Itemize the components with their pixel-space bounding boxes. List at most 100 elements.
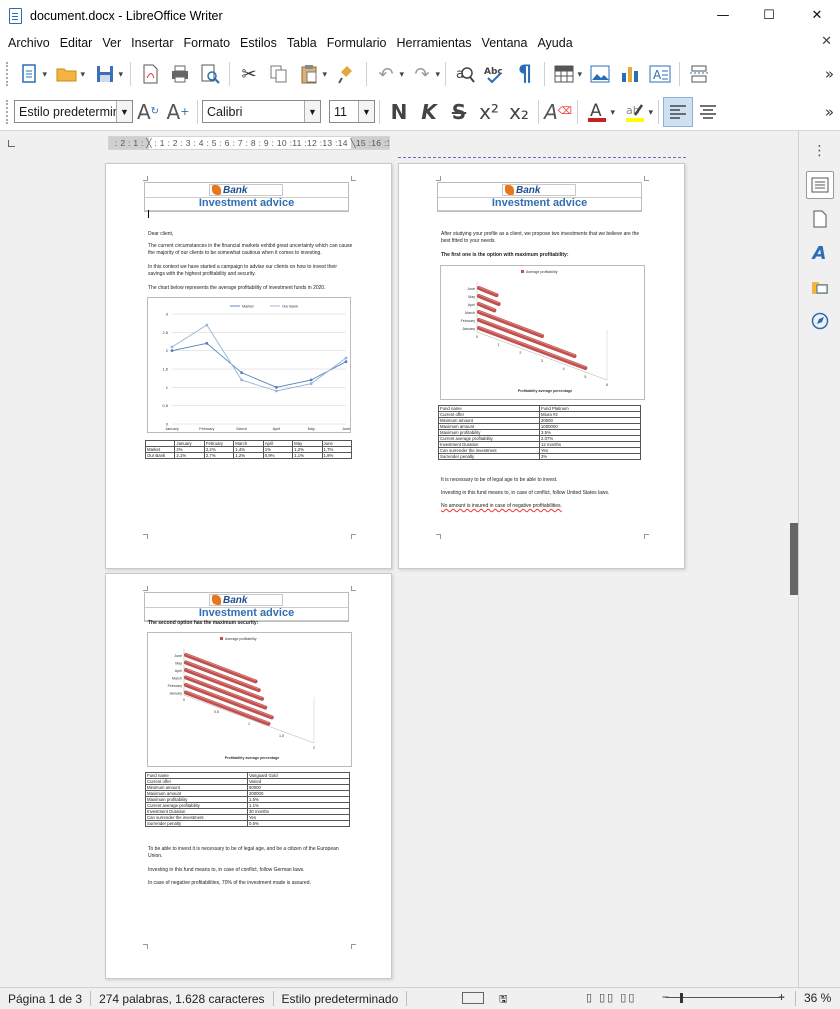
insert-chart-icon[interactable]: [615, 59, 645, 89]
table-cell[interactable]: 2,1%: [174, 452, 205, 459]
clone-formatting-icon[interactable]: [332, 59, 362, 89]
new-document-icon[interactable]: [14, 59, 47, 89]
table-cell[interactable]: 3%: [539, 453, 641, 460]
more-toolbar-icon[interactable]: »: [825, 65, 834, 83]
insert-mode-icon[interactable]: [462, 992, 484, 1004]
more-toolbar-icon-2[interactable]: »: [825, 103, 834, 121]
horizontal-ruler[interactable]: : 2 : 1 : ╳ : 1 : 2 : 3 : 4 : 5 : 6 : 7 …: [108, 136, 390, 150]
menu-ventana[interactable]: Ventana: [477, 36, 533, 50]
paste-icon[interactable]: [294, 59, 327, 89]
table-cell[interactable]: 0,9%: [262, 452, 294, 459]
clear-formatting-icon[interactable]: A ⌫: [543, 97, 573, 127]
menu-herramientas[interactable]: Herramientas: [392, 36, 477, 50]
highlight-color-icon[interactable]: ab: [620, 97, 653, 127]
menu-archivo[interactable]: Archivo: [3, 36, 55, 50]
superscript-button[interactable]: x²: [474, 97, 504, 127]
page-icon[interactable]: [806, 205, 834, 233]
close-button[interactable]: ✕: [794, 0, 840, 31]
new-style-icon[interactable]: A +: [163, 97, 193, 127]
open-folder-icon[interactable]: [52, 59, 85, 89]
menu-editar[interactable]: Editar: [55, 36, 98, 50]
scrollbar-thumb[interactable]: [790, 523, 798, 595]
page-1[interactable]: Bank Investment advice Dear client, The …: [105, 163, 392, 569]
sidebar-menu-icon[interactable]: ⋮: [806, 137, 834, 165]
insert-table-icon[interactable]: [549, 59, 582, 89]
vanguard-gold-table[interactable]: Fund name Vanguard Gold Current offer Varie…: [145, 772, 350, 827]
update-style-icon[interactable]: A ↻: [133, 97, 163, 127]
page-break-icon[interactable]: [684, 59, 714, 89]
print-icon[interactable]: [165, 59, 195, 89]
menu-ver[interactable]: Ver: [97, 36, 126, 50]
menu-ayuda[interactable]: Ayuda: [532, 36, 577, 50]
toolbar-grip-2[interactable]: [6, 99, 10, 124]
fund-platinum-table[interactable]: Fund name Fund Platinum Current offer Miura…: [438, 405, 641, 460]
table-cell[interactable]: 1,2%: [233, 452, 264, 459]
subscript-button[interactable]: x₂: [504, 97, 534, 127]
menu-estilos[interactable]: Estilos: [235, 36, 282, 50]
print-preview-icon[interactable]: [195, 59, 225, 89]
crop-mark: [143, 176, 148, 181]
word-count[interactable]: 274 palabras, 1.628 caracteres: [91, 991, 274, 1006]
view-layout-icons[interactable]: ▯ ▯▯ ▯▯: [586, 991, 636, 1004]
menu-tabla[interactable]: Tabla: [282, 36, 322, 50]
table-cell[interactable]: 1,1%: [292, 452, 323, 459]
page-2[interactable]: Bank Investment advice After studying yo…: [398, 163, 685, 569]
italic-button[interactable]: K: [414, 97, 444, 127]
menu-formulario[interactable]: Formulario: [322, 36, 392, 50]
document-area[interactable]: Bank Investment advice Dear client, The …: [0, 155, 790, 987]
table-cell[interactable]: Surrender penalty: [145, 820, 248, 827]
insert-image-icon[interactable]: [585, 59, 615, 89]
copy-icon[interactable]: [264, 59, 294, 89]
styles-icon[interactable]: A: [806, 239, 834, 267]
page-style[interactable]: Estilo predeterminado: [274, 991, 408, 1006]
bold-button[interactable]: N: [384, 97, 414, 127]
bar-chart-1[interactable]: Average profitability 0 1 2 3 4 5 6 June May April…: [440, 265, 645, 400]
minimize-button[interactable]: —: [700, 0, 746, 31]
export-pdf-icon[interactable]: [135, 59, 165, 89]
y-tick-label: January: [462, 327, 475, 331]
cut-icon[interactable]: ✂: [234, 59, 264, 89]
align-center-icon[interactable]: [693, 97, 723, 127]
table-cell[interactable]: Surrender penalty: [438, 453, 540, 460]
properties-icon[interactable]: [805, 171, 834, 199]
redo-icon[interactable]: ↷: [407, 59, 440, 89]
paragraph-style-combo[interactable]: Estilo predeterminado ▼: [14, 100, 133, 123]
zoom-slider[interactable]: [666, 993, 784, 1003]
vertical-scrollbar[interactable]: [790, 155, 798, 987]
chevron-down-icon[interactable]: ▼: [116, 101, 132, 122]
line-chart[interactable]: 0 0,5 1 1,5 2 2,5 3 January February March April Ma…: [147, 297, 351, 433]
page-3[interactable]: Bank Investment advice The second option…: [105, 573, 392, 979]
undo-icon[interactable]: ↶: [371, 59, 404, 89]
zoom-level[interactable]: 36 %: [795, 991, 831, 1006]
insert-textbox-icon[interactable]: A: [645, 59, 675, 89]
close-document-icon[interactable]: ✕: [821, 34, 832, 49]
svg-text:Abc: Abc: [484, 67, 503, 77]
maximize-button[interactable]: ☐: [746, 0, 792, 31]
table-cell[interactable]: 2,7%: [203, 452, 235, 459]
page-count[interactable]: Página 1 de 3: [0, 991, 92, 1006]
bar-chart-2[interactable]: Average profitability 0 0,5 1 1,5 2 June May Apr…: [147, 632, 352, 767]
chevron-down-icon[interactable]: ▼: [358, 101, 374, 122]
spelling-icon[interactable]: Abc: [480, 59, 510, 89]
gallery-icon[interactable]: [806, 273, 834, 301]
font-color-icon[interactable]: A: [582, 97, 615, 127]
toolbar-grip[interactable]: [6, 62, 10, 86]
zoom-slider-knob[interactable]: [680, 993, 683, 1003]
table-cell[interactable]: 1,8%: [321, 452, 353, 459]
align-left-icon[interactable]: [663, 96, 693, 127]
table-cell[interactable]: Our Bank: [144, 452, 176, 459]
menu-insertar[interactable]: Insertar: [126, 36, 178, 50]
profitability-table[interactable]: January February March April May June Market 2%…: [144, 440, 353, 459]
font-size-combo[interactable]: 11 ▼: [329, 100, 375, 123]
find-replace-icon[interactable]: a: [450, 59, 480, 89]
formatting-marks-icon[interactable]: ¶: [510, 59, 540, 89]
font-name-combo[interactable]: Calibri ▼: [202, 100, 321, 123]
save-icon[interactable]: [90, 59, 123, 89]
ruler-corner-tab-icon[interactable]: [8, 140, 15, 147]
table-cell[interactable]: 0.5%: [247, 820, 350, 827]
navigator-icon[interactable]: [806, 307, 834, 335]
strikethrough-button[interactable]: S: [444, 97, 474, 127]
save-status-icon[interactable]: 🖫: [499, 992, 508, 1009]
menu-formato[interactable]: Formato: [179, 36, 236, 50]
chevron-down-icon[interactable]: ▼: [304, 101, 320, 122]
